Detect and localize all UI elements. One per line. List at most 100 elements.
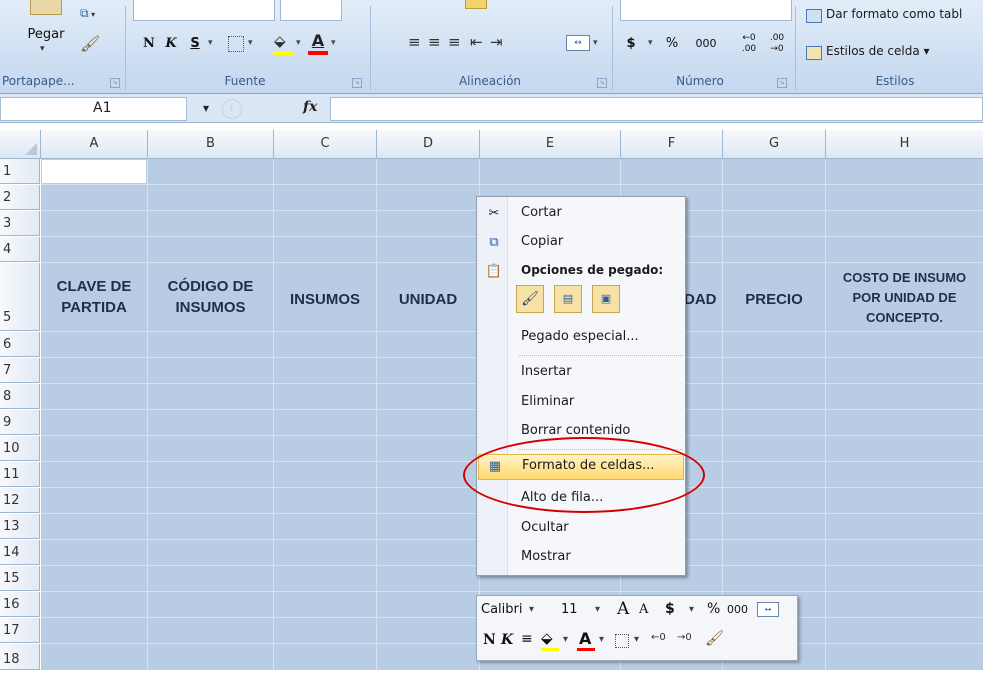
column-header-g[interactable]: G <box>723 130 826 159</box>
chevron-down-icon[interactable]: ▾ <box>296 38 301 48</box>
cell-f5[interactable]: DAD <box>684 289 722 310</box>
shrink-font-button[interactable]: A <box>639 602 648 617</box>
align-center-icon[interactable]: ≡ <box>428 33 441 51</box>
column-header-f[interactable]: F <box>621 130 723 159</box>
row-header-11[interactable]: 11 <box>0 462 40 487</box>
paste-button[interactable]: Pegar <box>24 24 68 46</box>
mini-percent-button[interactable]: % <box>707 601 720 617</box>
mini-align-center-icon[interactable]: ≡ <box>521 631 533 647</box>
row-header-16[interactable]: 16 <box>0 592 40 617</box>
percent-button[interactable]: % <box>664 33 680 55</box>
mini-font-name[interactable]: Calibri <box>481 602 522 617</box>
row-header-8[interactable]: 8 <box>0 384 40 409</box>
chevron-down-icon[interactable]: ▾ <box>593 38 598 48</box>
font-name-box[interactable] <box>133 0 275 21</box>
insert-function-button[interactable]: fx <box>303 99 317 115</box>
format-painter-icon[interactable]: 🖌 <box>80 34 100 53</box>
chevron-down-icon[interactable]: ▾ <box>563 634 568 645</box>
chevron-down-icon[interactable]: ▾ <box>529 604 534 615</box>
row-header-14[interactable]: 14 <box>0 540 40 565</box>
row-header-6[interactable]: 6 <box>0 332 40 357</box>
wrap-top-icon[interactable] <box>465 0 487 9</box>
column-header-d[interactable]: D <box>377 130 480 159</box>
row-header-18[interactable]: 18 <box>0 644 40 670</box>
menu-item-paste-special[interactable]: Pegado especial... <box>478 325 684 351</box>
font-launcher-icon[interactable]: ↘ <box>352 78 362 88</box>
paste-option-values-icon[interactable]: ▤ <box>554 285 582 313</box>
name-box[interactable]: A1 <box>0 97 187 121</box>
decrease-decimal-button[interactable]: .00 →0 <box>764 33 790 55</box>
chevron-down-icon[interactable]: ▾ <box>208 38 213 48</box>
mini-increase-decimal-icon[interactable]: ←0 <box>651 632 666 643</box>
mini-italic-button[interactable]: K <box>501 632 513 648</box>
column-header-b[interactable]: B <box>148 130 274 159</box>
align-right-icon[interactable]: ≡ <box>448 33 461 51</box>
chevron-down-icon[interactable]: ▾ <box>595 604 600 615</box>
name-box-dropdown-icon[interactable]: ▾ <box>203 101 209 115</box>
copy-icon[interactable]: ⧉ ▾ <box>80 6 96 20</box>
row-header-13[interactable]: 13 <box>0 514 40 539</box>
row-header-3[interactable]: 3 <box>0 211 40 236</box>
mini-decrease-decimal-icon[interactable]: →0 <box>677 632 692 643</box>
row-header-17[interactable]: 17 <box>0 618 40 643</box>
italic-button[interactable]: K <box>162 33 180 55</box>
paste-icon[interactable] <box>30 0 62 15</box>
number-format-box[interactable] <box>620 0 792 21</box>
fill-color-icon[interactable]: ⬙ <box>274 32 286 50</box>
row-header-10[interactable]: 10 <box>0 436 40 461</box>
row-header-7[interactable]: 7 <box>0 358 40 383</box>
bold-button[interactable]: N <box>140 33 158 55</box>
active-cell-a1[interactable] <box>41 159 147 184</box>
increase-decimal-button[interactable]: ←0 .00 <box>736 33 762 55</box>
mini-currency-button[interactable]: $ <box>665 601 675 617</box>
menu-item-unhide[interactable]: Mostrar <box>478 545 684 571</box>
menu-item-cut[interactable]: ✂ Cortar <box>478 201 684 227</box>
row-header-15[interactable]: 15 <box>0 566 40 591</box>
chevron-down-icon[interactable]: ▾ <box>689 604 694 615</box>
column-header-h[interactable]: H <box>826 130 983 159</box>
format-as-table-button[interactable]: Dar formato como tabl <box>826 7 983 21</box>
cell-styles-button[interactable]: Estilos de celda ▾ <box>826 44 930 58</box>
cell-d5[interactable]: UNIDAD <box>377 289 479 310</box>
underline-button[interactable]: S <box>186 33 204 55</box>
mini-format-painter-icon[interactable]: 🖌 <box>705 629 724 647</box>
row-header-5[interactable]: 5 <box>0 263 40 331</box>
menu-item-hide[interactable]: Ocultar <box>478 516 684 542</box>
clipboard-launcher-icon[interactable]: ↘ <box>110 78 120 88</box>
chevron-down-icon[interactable]: ▾ <box>248 38 253 48</box>
chevron-down-icon[interactable]: ▾ <box>648 38 653 48</box>
menu-item-copy[interactable]: ⧉ Copiar <box>478 230 684 256</box>
thousands-button[interactable]: 000 <box>694 33 718 55</box>
row-header-9[interactable]: 9 <box>0 410 40 435</box>
column-header-c[interactable]: C <box>274 130 377 159</box>
borders-icon[interactable] <box>228 36 244 52</box>
cell-g5[interactable]: PRECIO <box>723 289 825 310</box>
increase-indent-icon[interactable]: ⇥ <box>490 33 503 51</box>
merge-center-icon[interactable]: ↔ <box>566 35 590 51</box>
paste-option-picture-icon[interactable]: ▣ <box>592 285 620 313</box>
menu-item-insert[interactable]: Insertar <box>478 360 684 386</box>
cell-c5[interactable]: INSUMOS <box>274 289 376 310</box>
mini-borders-icon[interactable] <box>615 634 629 648</box>
row-header-4[interactable]: 4 <box>0 237 40 262</box>
align-left-icon[interactable]: ≡ <box>408 33 421 51</box>
row-header-12[interactable]: 12 <box>0 488 40 513</box>
paste-dropdown-icon[interactable]: ▾ <box>40 44 45 54</box>
mini-font-size[interactable]: 11 <box>561 602 578 617</box>
number-launcher-icon[interactable]: ↘ <box>777 78 787 88</box>
chevron-down-icon[interactable]: ▾ <box>634 634 639 645</box>
cell-a5[interactable]: CLAVE DE PARTIDA <box>41 276 147 318</box>
cell-b5[interactable]: CÓDIGO DE INSUMOS <box>148 276 273 318</box>
mini-thousands-button[interactable]: 000 <box>727 603 748 616</box>
alignment-launcher-icon[interactable]: ↘ <box>597 78 607 88</box>
font-size-box[interactable] <box>280 0 342 21</box>
mini-merge-icon[interactable]: ↔ <box>757 602 779 617</box>
menu-item-delete[interactable]: Eliminar <box>478 390 684 416</box>
decrease-indent-icon[interactable]: ⇤ <box>470 33 483 51</box>
font-color-icon[interactable]: A <box>308 30 328 52</box>
mini-fill-color-icon[interactable]: ⬙ <box>541 629 553 647</box>
mini-font-color-button[interactable]: A <box>579 629 591 648</box>
format-as-table-icon[interactable] <box>806 9 822 23</box>
chevron-down-icon[interactable]: ▾ <box>331 38 336 48</box>
mini-bold-button[interactable]: N <box>483 632 496 648</box>
